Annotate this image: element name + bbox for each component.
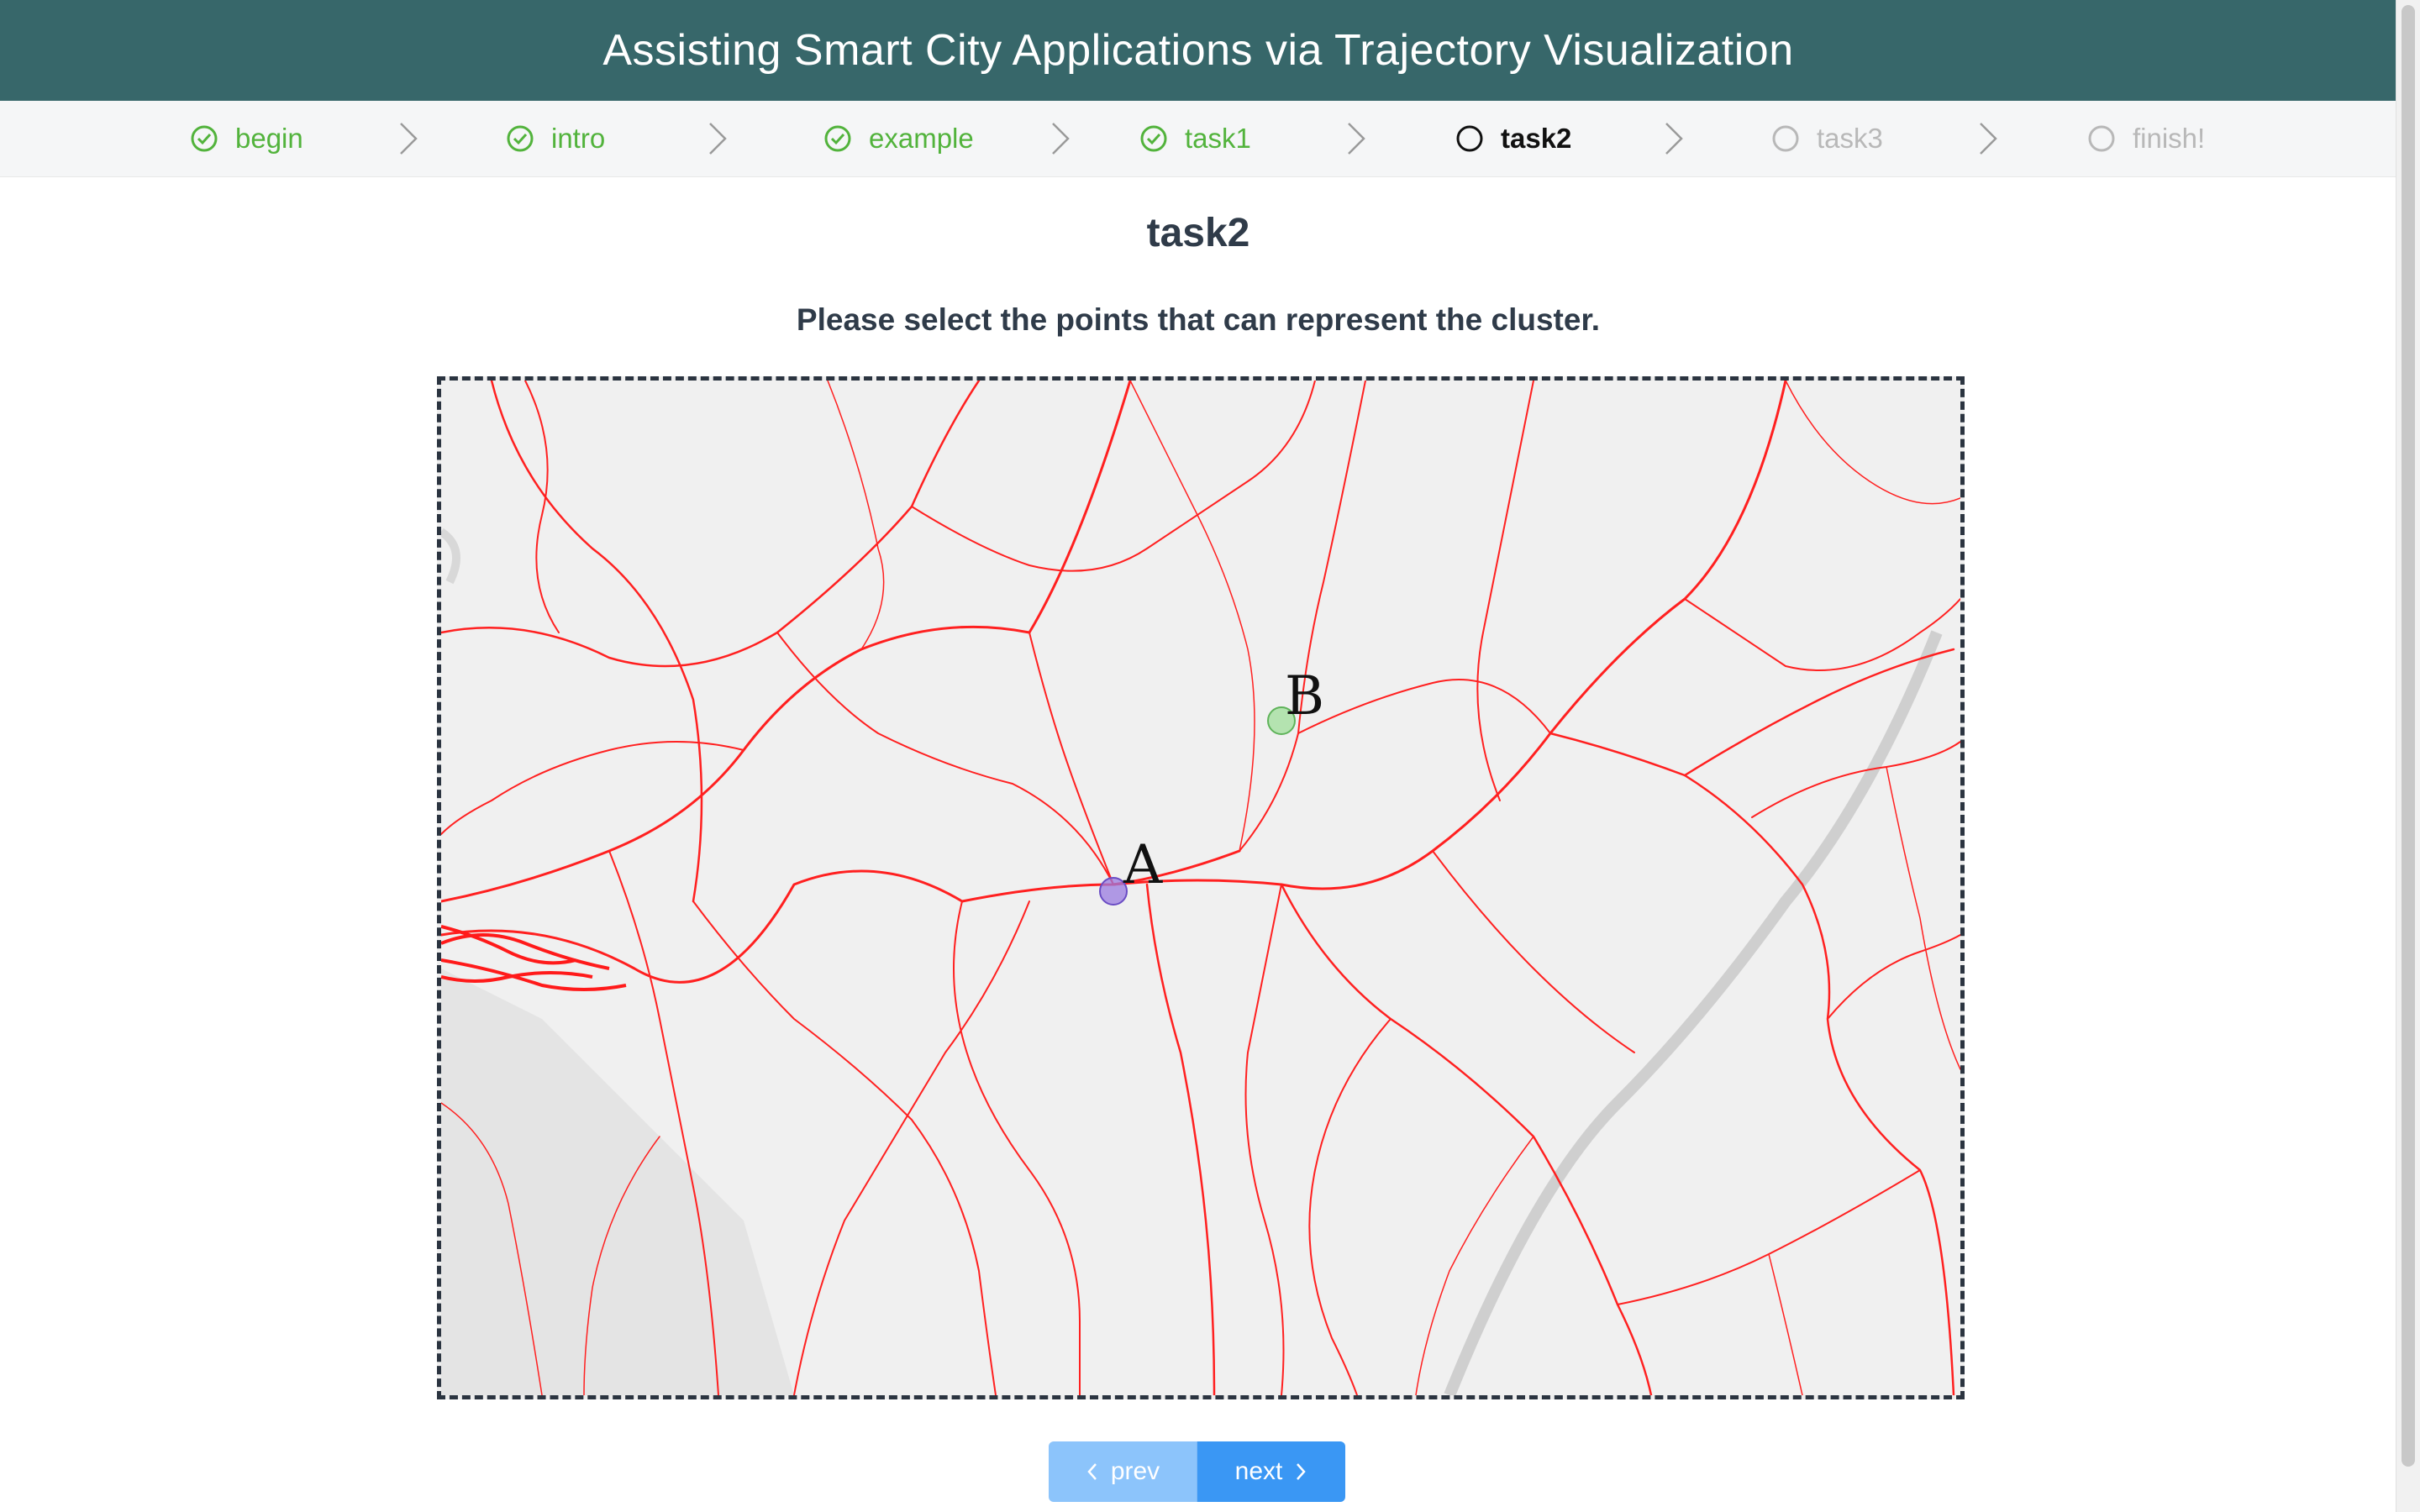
check-circle-icon	[824, 125, 851, 152]
circle-outline-icon	[2088, 125, 2115, 152]
trajectory-map[interactable]: A B	[437, 376, 1965, 1399]
chevron-right-icon	[1980, 123, 1997, 155]
step-task2[interactable]: task2	[1455, 101, 1571, 176]
step-label: task1	[1185, 123, 1251, 154]
chevron-right-icon	[400, 123, 418, 155]
chevron-right-icon	[1052, 123, 1070, 155]
marker-a-label: A	[1123, 834, 1163, 896]
step-intro[interactable]: intro	[506, 101, 605, 176]
chevron-right-icon	[709, 123, 727, 155]
step-task1[interactable]: task1	[1139, 101, 1251, 176]
prev-label: prev	[1110, 1457, 1160, 1485]
step-label: intro	[551, 123, 606, 154]
step-label: finish!	[2133, 123, 2206, 154]
page-scrollbar[interactable]	[2396, 0, 2420, 1512]
step-label: begin	[235, 123, 303, 154]
step-finish[interactable]: finish!	[2087, 101, 2205, 176]
scrollbar-thumb[interactable]	[2402, 5, 2415, 1467]
check-circle-icon	[507, 125, 534, 152]
nav-button-group: prev next	[1049, 1441, 1345, 1502]
app-header: Assisting Smart City Applications via Tr…	[0, 0, 2396, 101]
task-title: task2	[1146, 211, 1250, 255]
next-button[interactable]: next	[1197, 1441, 1345, 1502]
circle-outline-icon	[1772, 125, 1799, 152]
map-canvas[interactable]: A B	[441, 381, 1960, 1395]
app-title: Assisting Smart City Applications via Tr…	[602, 26, 1794, 75]
check-circle-icon	[191, 125, 218, 152]
progress-steps: begin intro example task1 task2 task3 fi…	[0, 101, 2396, 177]
chevron-right-icon	[1297, 1463, 1307, 1480]
chevron-left-icon	[1087, 1463, 1097, 1480]
step-label: example	[869, 123, 974, 154]
chevron-right-icon	[1665, 123, 1683, 155]
step-example[interactable]: example	[823, 101, 974, 176]
prev-button[interactable]: prev	[1049, 1441, 1197, 1502]
task-instruction: Please select the points that can repres…	[796, 302, 1601, 337]
next-label: next	[1234, 1457, 1283, 1485]
step-task3[interactable]: task3	[1771, 101, 1883, 176]
check-circle-icon	[1140, 125, 1167, 152]
step-label: task2	[1501, 123, 1572, 154]
step-begin[interactable]: begin	[190, 101, 303, 176]
chevron-right-icon	[1348, 123, 1365, 155]
step-label: task3	[1817, 123, 1883, 154]
circle-outline-icon	[1456, 125, 1483, 152]
marker-b-label: B	[1285, 665, 1324, 727]
